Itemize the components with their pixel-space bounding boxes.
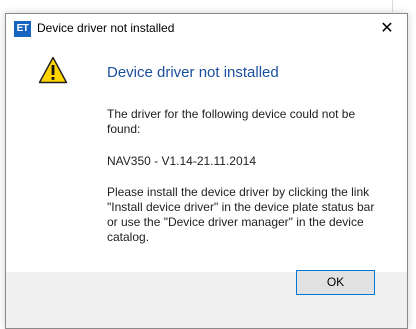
message-driver-not-found: The driver for the following device coul… (107, 107, 356, 136)
message-install-instructions: Please install the device driver by clic… (107, 185, 375, 244)
warning-icon (38, 56, 68, 84)
device-identifier: NAV350 - V1.14-21.11.2014 (107, 154, 256, 168)
background-window-edge (392, 0, 393, 12)
close-button[interactable]: ✕ (367, 14, 407, 44)
close-icon: ✕ (380, 20, 394, 37)
app-icon: ET (14, 21, 31, 37)
screen: ET Device driver not installed ✕ Device … (0, 0, 416, 329)
window-title: Device driver not installed (37, 21, 175, 35)
title-bar: ET Device driver not installed ✕ (6, 14, 407, 44)
ok-button[interactable]: OK (296, 270, 375, 295)
dialog-heading: Device driver not installed (107, 64, 279, 81)
